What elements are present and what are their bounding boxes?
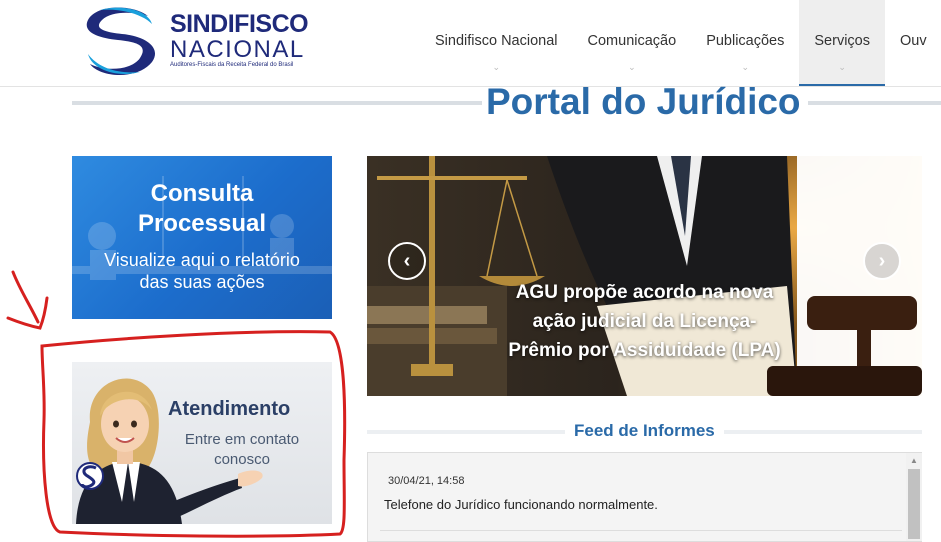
nav-item-sindifisco-nacional[interactable]: Sindifisco Nacional ⌄: [420, 0, 573, 86]
consulta-title-line1: Consulta: [150, 180, 254, 207]
news-carousel: AGU propõe acordo na nova ação judicial …: [367, 156, 922, 396]
consulta-title: Consulta Processual: [72, 179, 332, 239]
chevron-down-icon: ⌄: [492, 62, 501, 72]
nav-item-comunicacao[interactable]: Comunicação ⌄: [573, 0, 692, 86]
feed-item-text[interactable]: Telefone do Jurídico funcionando normalm…: [384, 497, 658, 512]
nav-item-label: Sindifisco Nacional: [435, 33, 558, 49]
slide-caption-line2: ação judicial da Licença-: [532, 311, 757, 332]
slide-caption-line3: Prêmio por Assiduidade (LPA): [508, 340, 781, 361]
chevron-right-icon: ›: [878, 249, 886, 272]
atendimento-title: Atendimento: [168, 398, 291, 420]
chevron-down-icon: ⌄: [838, 62, 846, 72]
nav-item-label: Publicações: [706, 33, 785, 49]
consulta-processual-banner[interactable]: Consulta Processual Visualize aqui o rel…: [72, 156, 332, 319]
consulta-subtitle: Visualize aqui o relatório das suas açõe…: [72, 249, 332, 293]
carousel-next-button[interactable]: ›: [863, 242, 901, 280]
scroll-up-arrow-icon[interactable]: ▲: [906, 455, 922, 467]
feed-item-date: 30/04/21, 14:58: [388, 475, 465, 487]
logo-line1: SINDIFISCO: [170, 10, 309, 38]
nav-item-label: Comunicação: [587, 33, 677, 49]
logo-tagline: Auditores-Fiscais da Receita Federal do …: [170, 62, 294, 68]
atendimento-banner[interactable]: Atendimento Entre em contato conosco: [72, 362, 332, 524]
feed-scrollbar[interactable]: ▲: [906, 453, 922, 541]
feed-divider-right: [724, 430, 922, 434]
atendimento-subtitle: Entre em contato conosco: [168, 430, 316, 470]
consulta-sub-line2: das suas ações: [139, 272, 265, 292]
feed-item-divider: [380, 530, 902, 531]
logo-s-mark-icon: [80, 4, 156, 76]
nav-item-label: Serviços: [814, 33, 870, 49]
atendimento-sub-line1: Entre em contato: [184, 431, 300, 448]
title-divider-left: [72, 101, 482, 105]
consulta-sub-line1: Visualize aqui o relatório: [104, 250, 300, 270]
logo-line2: NACIONAL: [170, 36, 305, 63]
feed-title: Feed de Informes: [574, 421, 715, 440]
chevron-down-icon: ⌄: [741, 62, 750, 72]
atendimento-sub-line2: conosco: [214, 451, 270, 468]
main-nav: Sindifisco Nacional ⌄ Comunicação ⌄ Publ…: [420, 0, 941, 87]
title-divider-right: [808, 101, 941, 105]
carousel-prev-button[interactable]: ‹: [388, 242, 426, 280]
slide-caption[interactable]: AGU propõe acordo na nova ação judicial …: [487, 278, 802, 365]
feed-list: 30/04/21, 14:58 Telefone do Jurídico fun…: [367, 452, 922, 542]
feed-divider-left: [367, 430, 565, 434]
slide-caption-line1: AGU propõe acordo na nova: [515, 282, 774, 303]
page-title: Portal do Jurídico: [486, 81, 801, 122]
scroll-thumb[interactable]: [908, 469, 920, 539]
sindifisco-logo[interactable]: SINDIFISCO NACIONAL Auditores-Fiscais da…: [78, 2, 318, 80]
chevron-down-icon: ⌄: [628, 62, 636, 72]
nav-item-servicos[interactable]: Serviços ⌄: [799, 0, 885, 86]
nav-item-publicacoes[interactable]: Publicações ⌄: [691, 0, 799, 86]
consulta-title-line2: Processual: [137, 210, 267, 237]
nav-item-ouvidoria[interactable]: Ouv: [885, 0, 941, 86]
site-header: SINDIFISCO NACIONAL Auditores-Fiscais da…: [0, 0, 941, 87]
chevron-left-icon: ‹: [403, 249, 411, 272]
nav-item-label: Ouv: [899, 33, 927, 49]
